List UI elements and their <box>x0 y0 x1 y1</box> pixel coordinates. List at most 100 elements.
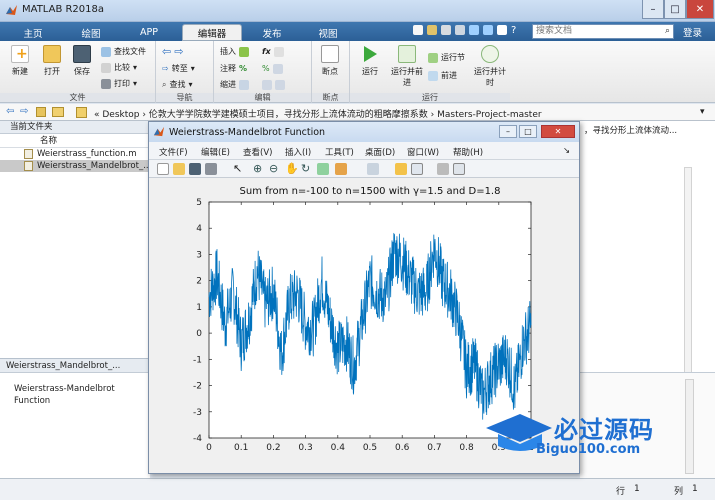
browse-folder-icon[interactable] <box>52 107 64 117</box>
wrap-comments-icon[interactable] <box>272 63 283 74</box>
run-advance-button[interactable]: 运行并前进 <box>390 45 424 88</box>
zoom-in-icon[interactable]: ⊕ <box>253 163 265 175</box>
find-button[interactable]: ⌕ 查找 ▾ <box>162 78 193 91</box>
up-folder-icon[interactable] <box>36 107 46 117</box>
link-plot-icon[interactable] <box>367 163 379 175</box>
menu-tools[interactable]: 工具(T) <box>325 146 354 158</box>
tab-home[interactable]: 主页 <box>10 24 56 41</box>
save-label: 保存 <box>74 67 90 76</box>
new-button[interactable]: + 新建 <box>6 45 34 77</box>
fx-options-icon[interactable] <box>273 46 284 57</box>
file-row-selected[interactable]: Weierstrass_Mandelbrot_... <box>0 160 151 172</box>
menu-help[interactable]: 帮助(H) <box>453 146 483 158</box>
brush-icon[interactable] <box>335 163 347 175</box>
pointer-icon[interactable]: ↖ <box>233 163 245 175</box>
menu-desktop[interactable]: 桌面(D) <box>365 146 395 158</box>
file-row[interactable]: Weierstrass_function.m <box>0 148 149 160</box>
open-file-icon[interactable] <box>173 163 185 175</box>
name-column-header[interactable]: 名称 <box>0 134 149 148</box>
run-section-button[interactable]: 运行节 <box>428 51 465 64</box>
goto-button[interactable]: ⇨ 转至 ▾ <box>162 62 195 75</box>
menu-view[interactable]: 查看(V) <box>243 146 272 158</box>
data-cursor-icon[interactable] <box>317 163 329 175</box>
tab-editor[interactable]: 编辑器 <box>182 24 242 41</box>
new-figure-icon[interactable] <box>157 163 169 175</box>
search-input[interactable]: 搜索文档 ⌕ <box>532 24 674 39</box>
back-arrow-icon[interactable]: ⇦ <box>6 106 14 117</box>
menu-insert[interactable]: 插入(I) <box>285 146 311 158</box>
increase-indent-icon[interactable] <box>262 79 272 90</box>
back-arrow-icon[interactable]: ⇦ <box>162 45 171 58</box>
switch-windows-icon[interactable] <box>497 25 507 35</box>
menu-file[interactable]: 文件(F) <box>159 146 188 158</box>
paste-quick-icon[interactable] <box>455 25 465 35</box>
advance-button[interactable]: 前进 <box>428 69 457 82</box>
tab-apps[interactable]: APP <box>124 24 174 41</box>
insert-icon <box>239 46 249 57</box>
search-placeholder: 搜索文档 <box>536 26 573 36</box>
login-button[interactable]: 登录 <box>683 25 702 39</box>
figure-close-button[interactable]: ✕ <box>541 125 575 138</box>
insert-colorbar-icon[interactable] <box>395 163 407 175</box>
open-button[interactable]: 打开 <box>38 45 66 77</box>
maximize-button[interactable]: □ <box>664 0 686 19</box>
advance-label: 前进 <box>441 71 457 80</box>
minimize-button[interactable]: – <box>642 0 664 19</box>
find-files-button[interactable]: 查找文件 <box>101 45 146 58</box>
decrease-indent-icon[interactable] <box>275 79 285 90</box>
breakpoints-button[interactable]: 断点 <box>316 45 344 77</box>
forward-arrow-icon[interactable]: ⇨ <box>174 45 183 58</box>
tab-publish[interactable]: 发布 <box>248 24 296 41</box>
run-and-time-button[interactable]: 运行并计时 <box>474 45 506 88</box>
rotate-3d-icon[interactable]: ↻ <box>301 163 313 175</box>
comment-tools[interactable]: % <box>262 62 283 75</box>
quick-access-toolbar: ? <box>413 25 516 36</box>
menu-edit[interactable]: 编辑(E) <box>201 146 230 158</box>
insert-label: 插入 <box>220 47 236 56</box>
figure-minimize-button[interactable]: – <box>499 125 517 138</box>
current-path[interactable]: « Desktop › 伦敦大学学院数学建模硕士项目，寻找分形上流体流动的粗略摩… <box>94 107 542 120</box>
matlab-logo-icon <box>153 126 165 137</box>
show-plot-tools-icon[interactable] <box>453 163 465 175</box>
help-icon[interactable]: ? <box>511 25 516 36</box>
menu-window[interactable]: 窗口(W) <box>407 146 439 158</box>
redo-quick-icon[interactable] <box>483 25 493 35</box>
close-button[interactable]: ✕ <box>686 0 714 19</box>
print-button[interactable]: 打印 ▾ <box>101 77 137 90</box>
uncomment-icon[interactable]: % <box>262 64 270 73</box>
pan-hand-icon[interactable]: ✋ <box>285 163 299 175</box>
copy-quick-icon[interactable] <box>441 25 451 35</box>
command-window-scrollbar[interactable] <box>685 379 694 474</box>
editor-scrollbar[interactable] <box>684 167 692 397</box>
indent-tools[interactable] <box>262 78 285 91</box>
print-figure-icon[interactable] <box>205 163 217 175</box>
advance-icon <box>428 70 438 81</box>
save-figure-icon[interactable] <box>189 163 201 175</box>
find-magnifier-icon: ⌕ <box>162 79 167 89</box>
fx-button[interactable]: fx <box>262 45 284 58</box>
compare-button[interactable]: 比较 ▾ <box>101 61 137 74</box>
insert-legend-icon[interactable] <box>411 163 423 175</box>
indent-button[interactable]: 缩进 <box>220 78 249 91</box>
figure-titlebar[interactable]: Weierstrass-Mandelbrot Function – □ ✕ <box>149 122 579 142</box>
tab-plots[interactable]: 绘图 <box>66 24 116 41</box>
back-forward-buttons[interactable]: ⇦ ⇨ <box>162 45 183 58</box>
hide-plot-tools-icon[interactable] <box>437 163 449 175</box>
path-dropdown-icon[interactable]: ▾ <box>700 107 705 117</box>
tab-view[interactable]: 视图 <box>304 24 352 41</box>
search-icon[interactable]: ⌕ <box>665 25 670 38</box>
forward-arrow-icon[interactable]: ⇨ <box>20 106 28 117</box>
undo-quick-icon[interactable] <box>469 25 479 35</box>
cut-quick-icon[interactable] <box>427 25 437 35</box>
run-button[interactable]: 运行 <box>356 45 384 77</box>
save-quick-icon[interactable] <box>413 25 423 35</box>
m-file-icon <box>24 161 33 171</box>
insert-button[interactable]: 插入 <box>220 45 249 58</box>
figure-maximize-button[interactable]: □ <box>519 125 537 138</box>
ribbon-group-label-edit: 编辑 <box>214 93 311 102</box>
save-button[interactable]: 保存 <box>68 45 96 77</box>
dock-arrow-icon[interactable]: ↘ <box>563 146 570 156</box>
zoom-out-icon[interactable]: ⊖ <box>269 163 281 175</box>
x-tick-label: 0.4 <box>331 443 346 453</box>
comment-button[interactable]: 注释% <box>220 62 247 75</box>
